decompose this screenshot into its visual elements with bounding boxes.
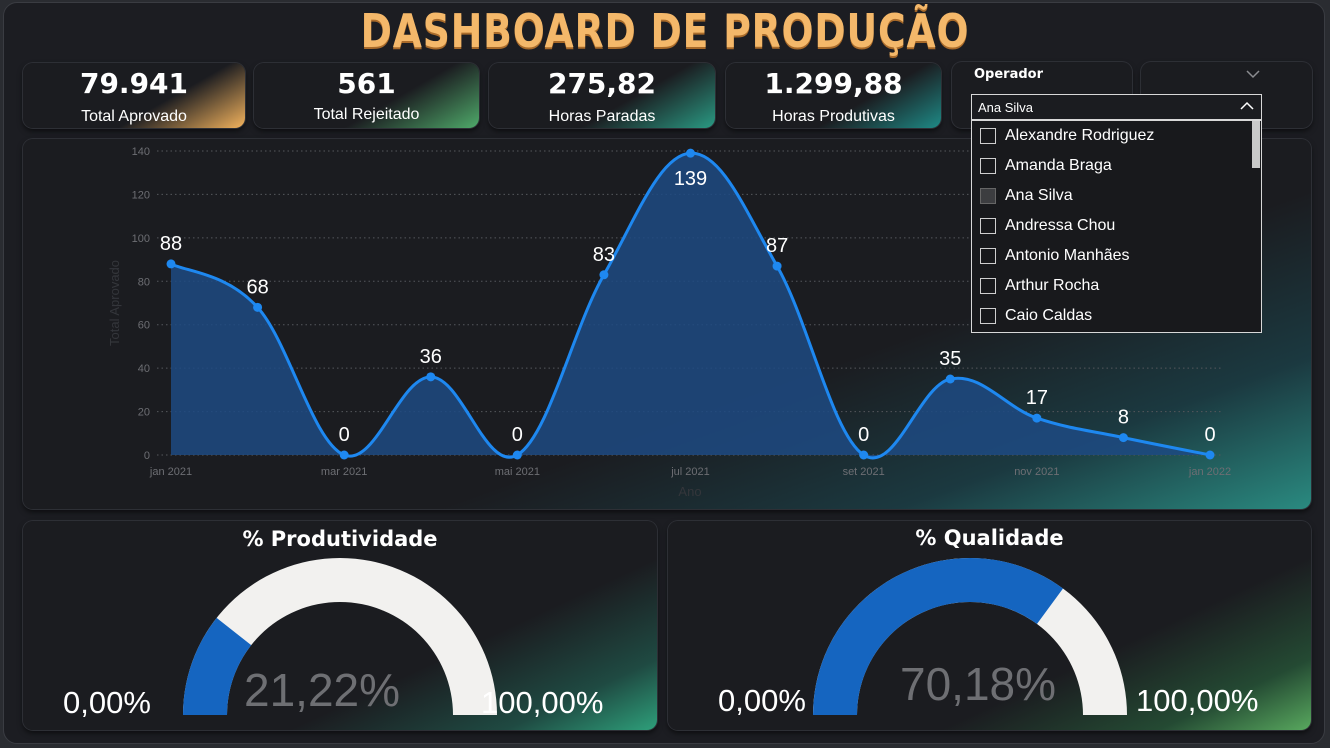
kpi-label: Horas Produtivas [772,108,895,125]
x-tick-label: jul 2021 [670,466,710,478]
slicer-item[interactable]: Caio Caldas [980,304,1240,328]
checkbox[interactable] [980,218,996,234]
data-point [253,302,263,312]
checkbox[interactable] [980,248,996,264]
data-label: 83 [593,244,615,266]
kpi-label: Total Rejeitado [313,106,420,123]
page-title: DASHBOARD DE PRODUÇÃO [360,4,970,58]
kpi-card-horas-paradas: 275,82 Horas Paradas [489,63,715,128]
data-label: 35 [939,348,961,370]
data-point [166,259,176,269]
gauge-value: 21,22% [244,664,401,716]
x-tick-label: mar 2021 [321,466,367,478]
gauge-max-label: 100,00% [1136,683,1259,718]
data-label: 17 [1026,387,1048,409]
slicer-item[interactable]: Andressa Chou [980,214,1240,238]
x-tick-label: mai 2021 [495,466,540,478]
data-label: 0 [339,424,350,446]
slicer-item[interactable]: Alexandre Rodriguez [980,124,1240,148]
slicer-item[interactable]: Ana Silva [980,184,1240,208]
kpi-label: Total Aprovado [81,108,187,125]
slicer-item-label: Arthur Rocha [1005,277,1100,294]
chevron-up-icon[interactable] [1239,98,1255,114]
data-label: 0 [1204,424,1215,446]
gauge-card-produtividade: % Produtividade 21,22% 0,00% 100,00% [23,521,657,730]
gauge-min-label: 0,00% [718,683,806,718]
scrollbar[interactable] [1252,121,1260,168]
y-tick-label: 0 [144,450,150,462]
operador-list: Alexandre Rodriguez Amanda Braga Ana Silva… [971,120,1262,333]
kpi-value: 1.299,88 [764,67,903,100]
kpi-card-horas-produtivas: 1.299,88 Horas Produtivas [726,63,941,128]
data-label: 87 [766,235,788,257]
y-tick-label: 80 [138,276,150,288]
x-tick-label: jan 2021 [149,466,192,478]
data-label: 36 [420,346,442,368]
chevron-down-icon[interactable] [1245,68,1261,80]
gauge-max-label: 100,00% [481,685,604,720]
kpi-label: Horas Paradas [548,108,656,125]
slicer-item-label: Amanda Braga [1005,157,1112,174]
data-point [1118,433,1128,443]
data-label: 0 [512,424,523,446]
slicer-item-label: Alexandre Rodriguez [1005,127,1155,144]
dropdown-selected-value: Ana Silva [978,100,1033,115]
checkbox[interactable] [980,128,996,144]
checkbox[interactable] [980,278,996,294]
gauge-min-label: 0,00% [63,685,151,720]
slicer-item-label: Ana Silva [1005,187,1073,204]
x-tick-label: set 2021 [843,466,885,478]
data-point [426,372,436,382]
slicer-item-label: Caio Caldas [1005,307,1093,324]
y-axis-title: Total Aprovado [107,260,122,346]
kpi-value: 79.941 [79,67,189,100]
gauge-value: 70,18% [900,658,1057,710]
checkbox[interactable] [980,188,996,204]
kpi-value: 561 [337,67,396,100]
data-label: 139 [674,168,707,190]
y-tick-label: 40 [138,363,150,375]
data-point [859,450,869,460]
y-tick-label: 120 [132,189,150,201]
data-point [1032,413,1042,423]
data-label: 88 [160,233,182,255]
data-label: 8 [1118,407,1129,429]
checkbox[interactable] [980,158,996,174]
data-label: 68 [246,276,268,298]
slicer-item[interactable]: Antonio Manhães [980,244,1240,268]
slicer-item[interactable]: Arthur Rocha [980,274,1240,298]
data-point [772,261,782,271]
kpi-card-total-rejeitado: 561 Total Rejeitado [254,63,479,128]
data-point [599,270,609,280]
slicer-item[interactable]: Amanda Braga [980,154,1240,178]
y-tick-label: 140 [132,146,150,158]
slicer-title: Operador [974,67,1044,82]
gauge-card-qualidade: % Qualidade 70,18% 0,00% 100,00% [668,521,1311,730]
data-point [512,450,522,460]
slicer-item-label: Andressa Chou [1005,217,1116,234]
checkbox[interactable] [980,308,996,324]
kpi-card-total-aprovado: 79.941 Total Aprovado [23,63,245,128]
y-tick-label: 20 [138,407,150,419]
x-tick-label: jan 2022 [1188,466,1231,478]
y-tick-label: 60 [138,320,150,332]
data-label: 0 [858,424,869,446]
kpi-value: 275,82 [547,67,657,100]
x-tick-label: nov 2021 [1014,466,1059,478]
x-axis-title: Ano [678,484,701,499]
data-point [339,450,349,460]
y-tick-label: 100 [132,233,150,245]
operador-dropdown[interactable]: Ana Silva [971,94,1262,120]
data-point [686,148,695,158]
data-point [945,374,955,384]
data-point [1205,450,1215,460]
slicer-item-label: Antonio Manhães [1005,247,1130,264]
